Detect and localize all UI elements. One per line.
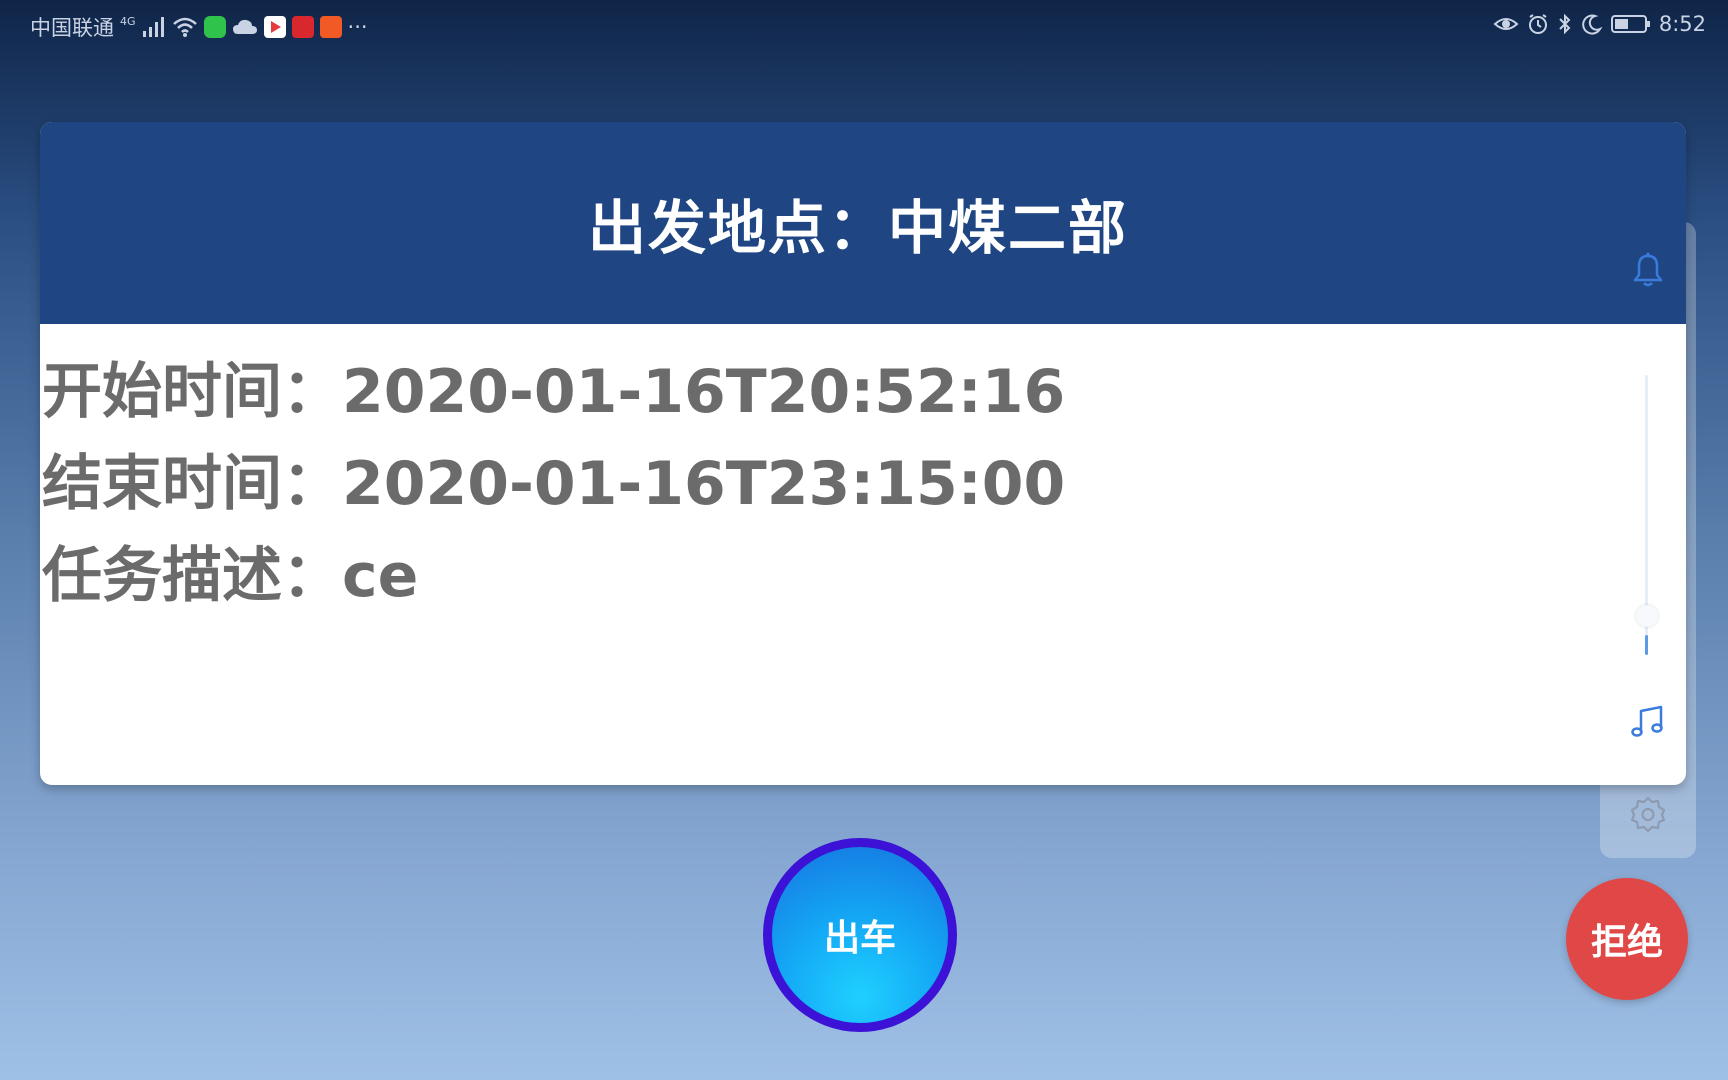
bell-icon[interactable]: [1628, 250, 1668, 290]
volume-slider-handle[interactable]: [1636, 605, 1658, 627]
eye-comfort-icon: [1493, 18, 1519, 30]
status-bar: 中国联通 4G ··· 8:52: [0, 0, 1728, 52]
bluetooth-icon: [1559, 13, 1571, 35]
task-card-header: 出发地点：中煤二部: [40, 122, 1686, 324]
reject-button[interactable]: 拒绝: [1566, 878, 1688, 1000]
departure-location-title: 出发地点：中煤二部: [587, 194, 1128, 262]
video-app-icon: [263, 16, 286, 38]
clock-label: 8:52: [1658, 12, 1706, 36]
gear-icon[interactable]: [1628, 794, 1668, 834]
status-left: 中国联通 4G ···: [30, 12, 368, 42]
end-time-text: 结束时间：2020-01-16T23:15:00: [42, 449, 1066, 519]
task-description-text: 任务描述：ce: [42, 541, 419, 611]
start-time-text: 开始时间：2020-01-16T20:52:16: [42, 357, 1066, 427]
depart-button[interactable]: 出车: [763, 838, 957, 1032]
music-note-icon[interactable]: [1628, 702, 1668, 742]
cloud-icon: [232, 19, 257, 34]
carrier-label: 中国联通: [30, 16, 114, 40]
reject-button-label: 拒绝: [1590, 922, 1663, 963]
moon-icon: [1582, 14, 1603, 35]
volume-slider-fill: [1645, 635, 1648, 655]
battery-icon: [1610, 15, 1650, 33]
red-app-icon: [291, 16, 314, 38]
wifi-icon: [172, 17, 197, 37]
network-type-label: 4G: [120, 14, 136, 28]
alarm-icon: [1528, 14, 1547, 34]
wechat-app-icon: [203, 16, 226, 38]
more-notifications-icon: ···: [347, 15, 368, 39]
task-details: 开始时间：2020-01-16T20:52:16 结束时间：2020-01-16…: [40, 324, 1686, 622]
signal-icon: [142, 17, 164, 37]
taobao-app-icon: [319, 16, 342, 38]
status-right: 8:52: [1493, 12, 1706, 36]
depart-button-label: 出车: [823, 918, 896, 959]
task-card: 出发地点：中煤二部 开始时间：2020-01-16T20:52:16 结束时间：…: [40, 122, 1686, 785]
